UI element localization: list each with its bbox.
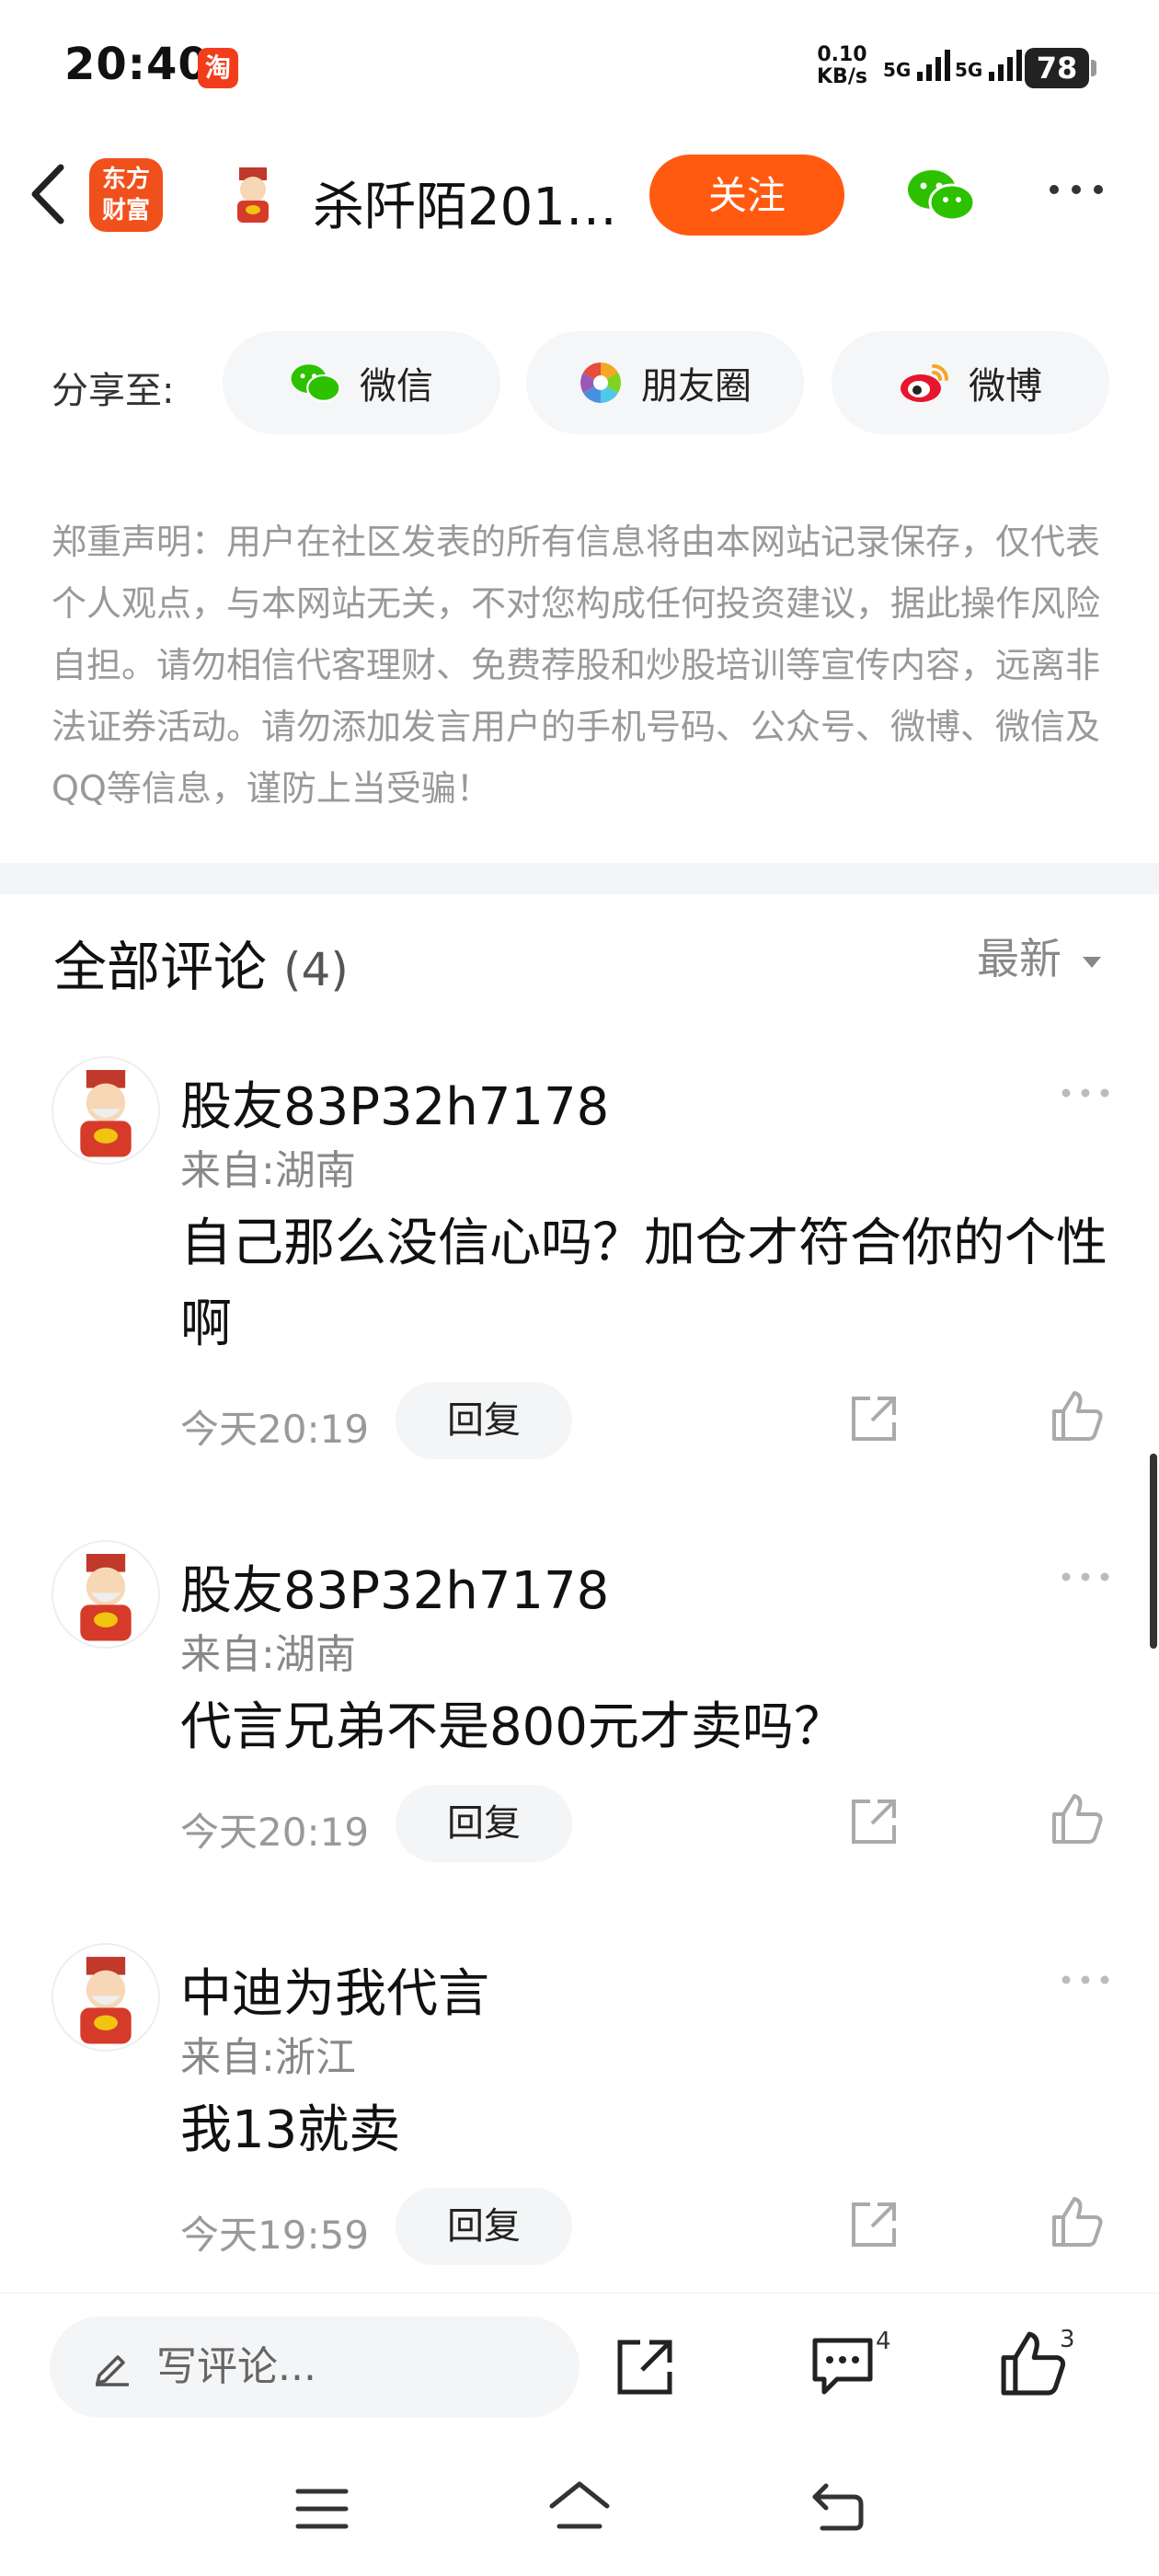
author-avatar[interactable] (221, 162, 285, 226)
share-icon[interactable] (848, 1796, 900, 1851)
moments-icon (580, 362, 621, 403)
comment-more-icon[interactable] (1060, 1972, 1111, 1990)
comment-icon[interactable] (809, 2331, 878, 2403)
comment-time: 今天19:59 (180, 2213, 370, 2258)
commenter-avatar[interactable] (52, 1943, 160, 2052)
net-speed: 0.10 KB/s (817, 43, 867, 88)
reply-button[interactable]: 回复 (396, 1785, 572, 1862)
like-icon[interactable] (1050, 1792, 1104, 1849)
commenter-name[interactable]: 中迪为我代言 (180, 1952, 489, 2027)
comment-count-badge: 4 (876, 2328, 891, 2355)
like-icon[interactable] (1050, 1389, 1104, 1446)
commenter-location: 来自:浙江 (180, 2034, 356, 2081)
share-icon[interactable] (848, 1393, 900, 1448)
share-icon[interactable] (848, 2199, 900, 2254)
comments-count: (4) (283, 943, 349, 996)
signal-icon-sim1: 5G (883, 48, 954, 81)
comments-title: 全部评论 (4) (53, 936, 349, 998)
taobao-app-icon: 淘 (198, 48, 238, 88)
reply-button[interactable]: 回复 (396, 2188, 572, 2265)
status-time: 20:40 (64, 39, 210, 90)
comment-more-icon[interactable] (1060, 1086, 1111, 1103)
commenter-location: 来自:湖南 (180, 1147, 356, 1194)
weibo-icon (901, 364, 948, 402)
status-bar: 20:40 淘 0.10 KB/s 5G 5G 78 (0, 0, 1159, 138)
home-icon[interactable] (546, 2478, 613, 2537)
commenter-avatar[interactable] (52, 1540, 160, 1649)
pencil-icon (92, 2346, 132, 2390)
follow-button[interactable]: 关注 (649, 155, 844, 236)
section-divider (0, 863, 1159, 894)
comment-text: 我13就卖 (180, 2100, 401, 2160)
share-label: 分享至: (52, 370, 175, 412)
comment-text: 代言兄弟不是800元才卖吗？ (180, 1697, 845, 1757)
wechat-icon[interactable] (906, 167, 976, 226)
share-moments-button[interactable]: 朋友圈 (526, 331, 804, 434)
like-count-badge: 3 (1060, 2326, 1075, 2353)
eastmoney-logo[interactable]: 东方 财富 (89, 158, 163, 232)
commenter-name[interactable]: 股友83P32h7178 (180, 1549, 609, 1624)
sort-dropdown[interactable]: 最新 (977, 926, 1103, 986)
commenter-location: 来自:湖南 (180, 1631, 356, 1678)
back-icon[interactable] (24, 162, 70, 230)
battery-icon: 78 (1025, 48, 1096, 88)
like-post-icon[interactable] (999, 2329, 1067, 2401)
share-weibo-button[interactable]: 微博 (832, 331, 1109, 434)
comment-time: 今天20:19 (180, 1407, 370, 1452)
back-nav-icon[interactable] (809, 2480, 866, 2537)
caret-down-icon (1082, 956, 1101, 968)
commenter-avatar[interactable] (52, 1056, 160, 1165)
disclaimer-text: 郑重声明：用户在社区发表的所有信息将由本网站记录保存，仅代表个人观点，与本网站无… (52, 522, 1101, 809)
signal-icon-sim2: 5G (955, 48, 1026, 81)
scrollbar[interactable] (1150, 1454, 1157, 1649)
comment-more-icon[interactable] (1060, 1570, 1111, 1587)
commenter-name[interactable]: 股友83P32h7178 (180, 1065, 609, 1140)
comment-time: 今天20:19 (180, 1810, 370, 1855)
comment-text: 自己那么没信心吗？加仓才符合你的个性啊 (180, 1213, 1107, 1354)
share-wechat-button[interactable]: 微信 (223, 331, 500, 434)
more-icon[interactable] (1047, 180, 1106, 202)
like-icon[interactable] (1050, 2195, 1104, 2252)
menu-icon[interactable] (294, 2486, 350, 2536)
share-post-icon[interactable] (613, 2335, 677, 2403)
reply-button[interactable]: 回复 (396, 1382, 572, 1459)
post-author-title[interactable]: 杀阡陌201… (313, 166, 617, 240)
wechat-icon (291, 364, 341, 402)
